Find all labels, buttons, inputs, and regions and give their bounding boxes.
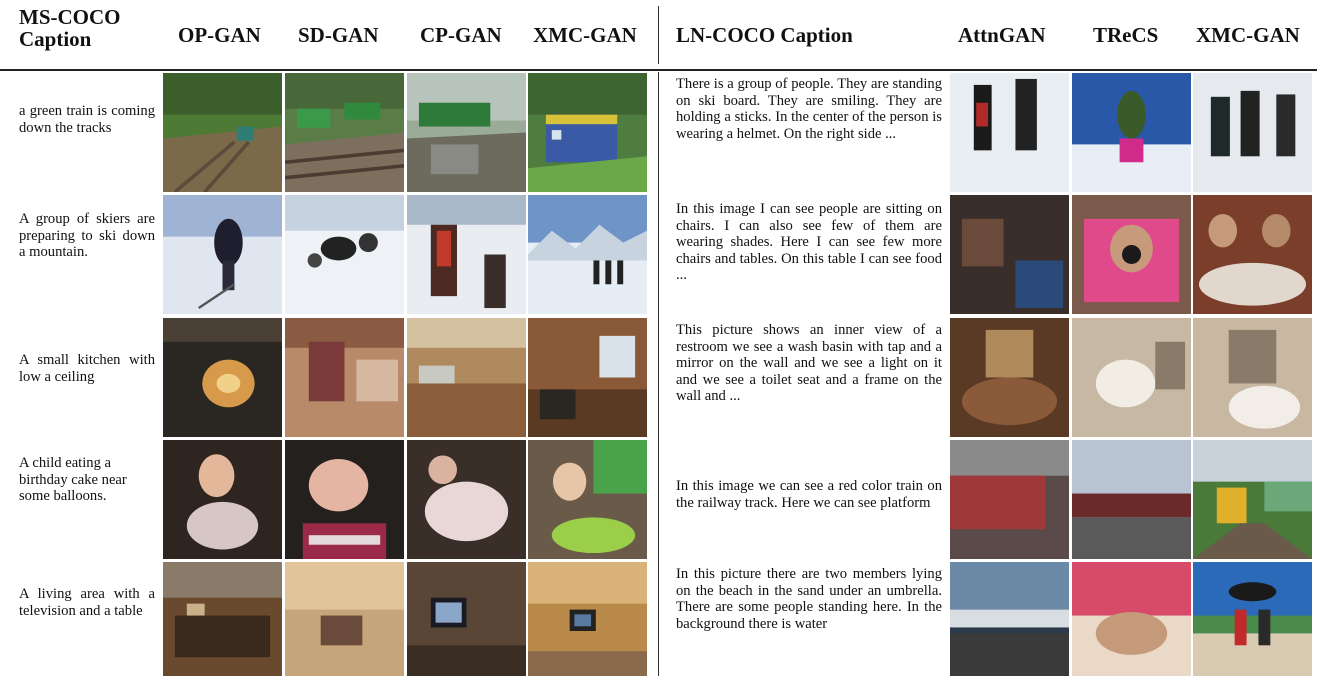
mscoco-caption-row-3: A small kitchen with low a ceiling xyxy=(19,352,155,385)
lncoco-caption-header: LN-COCO Caption xyxy=(676,23,853,47)
header-trecs: TReCS xyxy=(1093,23,1159,47)
generated-image-xmc-gan-row-4 xyxy=(528,440,647,559)
generated-image-cp-gan-row-2 xyxy=(407,195,526,314)
generated-image-attngan-row-5 xyxy=(950,562,1069,676)
generated-image-xmc-gan-ln-row-2 xyxy=(1193,195,1312,314)
generated-image-sd-gan-row-4 xyxy=(285,440,404,559)
generated-image-trecs-row-4 xyxy=(1072,440,1191,559)
header-xmc-gan-right: XMC-GAN xyxy=(1196,23,1300,47)
generated-image-attngan-row-1 xyxy=(950,73,1069,192)
generated-image-xmc-gan-row-1 xyxy=(528,73,647,192)
lncoco-caption-row-2: In this image I can see people are sitti… xyxy=(676,201,942,284)
generated-image-sd-gan-row-3 xyxy=(285,318,404,437)
generated-image-xmc-gan-ln-row-3 xyxy=(1193,318,1312,437)
generated-image-trecs-row-2 xyxy=(1072,195,1191,314)
generated-image-trecs-row-5 xyxy=(1072,562,1191,676)
generated-image-xmc-gan-ln-row-1 xyxy=(1193,73,1312,192)
generated-image-attngan-row-2 xyxy=(950,195,1069,314)
mscoco-caption-row-5: A living area with a television and a ta… xyxy=(19,586,155,619)
generated-image-attngan-row-3 xyxy=(950,318,1069,437)
mscoco-caption-row-2: A group of skiers are preparing to ski d… xyxy=(19,211,155,261)
mscoco-caption-row-1: a green train is coming down the tracks xyxy=(19,103,155,136)
generated-image-cp-gan-row-5 xyxy=(407,562,526,676)
generated-image-sd-gan-row-1 xyxy=(285,73,404,192)
generated-image-xmc-gan-row-2 xyxy=(528,195,647,314)
header-sd-gan: SD-GAN xyxy=(298,23,379,47)
generated-image-op-gan-row-2 xyxy=(163,195,282,314)
generated-image-op-gan-row-4 xyxy=(163,440,282,559)
lncoco-caption-row-1: There is a group of people. They are sta… xyxy=(676,76,942,142)
mscoco-caption-row-4: A child eating a birthday cake near some… xyxy=(19,455,127,505)
generated-image-sd-gan-row-2 xyxy=(285,195,404,314)
generated-image-xmc-gan-ln-row-4 xyxy=(1193,440,1312,559)
generated-image-xmc-gan-row-3 xyxy=(528,318,647,437)
lncoco-caption-row-4: In this image we can see a red color tra… xyxy=(676,478,942,511)
lncoco-caption-row-5: In this picture there are two members ly… xyxy=(676,566,942,632)
header-attngan: AttnGAN xyxy=(958,23,1046,47)
header-xmc-gan-left: XMC-GAN xyxy=(533,23,637,47)
generated-image-sd-gan-row-5 xyxy=(285,562,404,676)
generated-image-op-gan-row-3 xyxy=(163,318,282,437)
column-divider xyxy=(658,72,659,676)
lncoco-caption-row-3: This picture shows an inner view of a re… xyxy=(676,322,942,405)
generated-image-trecs-row-3 xyxy=(1072,318,1191,437)
column-divider-header xyxy=(658,6,659,64)
generated-image-op-gan-row-1 xyxy=(163,73,282,192)
generated-image-xmc-gan-row-5 xyxy=(528,562,647,676)
mscoco-caption-header: MS-COCO Caption xyxy=(19,5,121,51)
generated-image-cp-gan-row-4 xyxy=(407,440,526,559)
generated-image-xmc-gan-ln-row-5 xyxy=(1193,562,1312,676)
generated-image-cp-gan-row-1 xyxy=(407,73,526,192)
header-op-gan: OP-GAN xyxy=(178,23,261,47)
generated-image-attngan-row-4 xyxy=(950,440,1069,559)
header-cp-gan: CP-GAN xyxy=(420,23,502,47)
header-rule xyxy=(0,69,1317,71)
generated-image-cp-gan-row-3 xyxy=(407,318,526,437)
generated-image-op-gan-row-5 xyxy=(163,562,282,676)
generated-image-trecs-row-1 xyxy=(1072,73,1191,192)
